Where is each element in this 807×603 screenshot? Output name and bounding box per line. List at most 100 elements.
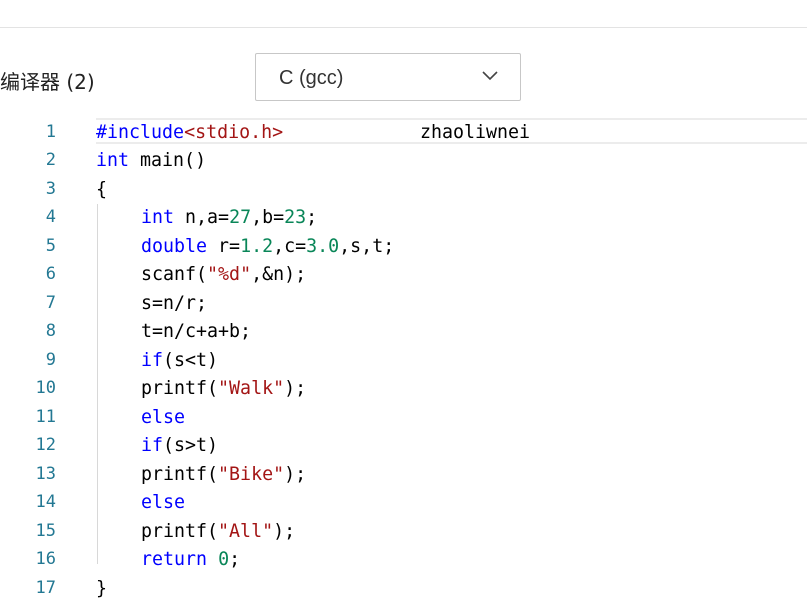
code-token: }: [96, 578, 108, 599]
code-text: return 0;: [141, 549, 240, 570]
code-token: ,c=: [273, 236, 307, 257]
code-text: if(s<t): [141, 350, 218, 371]
code-token: scanf(: [141, 264, 208, 285]
code-line[interactable]: 14 else: [0, 488, 807, 516]
code-token: int: [96, 150, 130, 171]
code-token: 1.2: [240, 236, 274, 257]
code-token: (s<t): [163, 350, 219, 371]
code-token: if: [141, 435, 164, 456]
code-token: n,a=: [174, 207, 230, 228]
code-token: printf(: [141, 464, 219, 485]
line-number: 6: [45, 264, 56, 284]
code-line[interactable]: 17 }: [0, 574, 807, 602]
code-line[interactable]: 16 return 0;: [0, 545, 807, 573]
code-text: #include<stdio.h>: [96, 122, 283, 143]
code-line[interactable]: 7 s=n/r;: [0, 289, 807, 317]
code-note: zhaoliwnei: [420, 122, 531, 143]
code-line[interactable]: 10 printf("Walk");: [0, 374, 807, 402]
code-token: 0: [218, 549, 230, 570]
line-number: 2: [45, 150, 56, 170]
code-token: r=: [207, 236, 241, 257]
code-token: else: [141, 492, 186, 513]
code-token: 23: [284, 207, 307, 228]
code-text: else: [141, 492, 185, 513]
line-number: 17: [35, 578, 56, 598]
line-number: 5: [45, 236, 56, 256]
code-token: );: [284, 464, 307, 485]
code-editor[interactable]: 1 #include<stdio.h> zhaoliwnei 2 int mai…: [0, 118, 807, 603]
code-token: "Bike": [218, 464, 285, 485]
code-text: {: [96, 179, 107, 200]
code-text: }: [96, 578, 107, 599]
code-token: ;: [229, 549, 241, 570]
code-token: else: [141, 407, 186, 428]
line-number: 16: [35, 549, 56, 569]
line-number: 12: [35, 435, 56, 455]
code-text: s=n/r;: [141, 293, 207, 314]
code-text: t=n/c+a+b;: [141, 321, 251, 342]
compiler-label: 编译器 (2): [0, 70, 95, 94]
line-number: 10: [35, 378, 56, 398]
code-line[interactable]: 3 {: [0, 175, 807, 203]
code-token: "%d": [207, 264, 252, 285]
line-number: 15: [35, 521, 56, 541]
code-token: printf(: [141, 521, 219, 542]
code-token: 27: [229, 207, 252, 228]
code-token: {: [96, 179, 108, 200]
code-token: ;: [306, 207, 318, 228]
code-line[interactable]: 4 int n,a=27,b=23;: [0, 203, 807, 231]
code-line[interactable]: 1 #include<stdio.h> zhaoliwnei: [0, 118, 807, 146]
code-token: );: [284, 378, 307, 399]
code-token: ,&n);: [251, 264, 307, 285]
code-token: 3.0: [306, 236, 340, 257]
compiler-select-value: C (gcc): [279, 67, 344, 89]
code-token: t=n/c+a+b;: [141, 321, 252, 342]
code-token: s=n/r;: [141, 293, 208, 314]
code-token: );: [273, 521, 296, 542]
code-token: int: [141, 207, 175, 228]
code-line[interactable]: 11 else: [0, 403, 807, 431]
line-number: 4: [45, 207, 56, 227]
code-token: <stdio.h>: [184, 122, 284, 143]
line-number: 3: [45, 179, 56, 199]
line-number: 1: [45, 122, 56, 142]
code-line[interactable]: 2 int main(): [0, 146, 807, 174]
code-token: ,b=: [251, 207, 285, 228]
code-text: int n,a=27,b=23;: [141, 207, 317, 228]
code-line[interactable]: 6 scanf("%d",&n);: [0, 260, 807, 288]
line-number: 7: [45, 293, 56, 313]
top-divider: [0, 27, 807, 28]
code-token: printf(: [141, 378, 219, 399]
code-token: (s>t): [163, 435, 219, 456]
line-number: 8: [45, 321, 56, 341]
line-number: 13: [35, 464, 56, 484]
code-text: printf("Walk");: [141, 378, 306, 399]
code-token: #include: [96, 122, 185, 143]
code-line[interactable]: 9 if(s<t): [0, 346, 807, 374]
code-text: int main(): [96, 150, 206, 171]
line-number: 11: [35, 407, 56, 427]
code-line[interactable]: 8 t=n/c+a+b;: [0, 317, 807, 345]
code-token: double: [141, 236, 208, 257]
code-token: "Walk": [218, 378, 285, 399]
code-token: if: [141, 350, 164, 371]
code-text: printf("Bike");: [141, 464, 306, 485]
code-token: main(): [129, 150, 207, 171]
code-line[interactable]: 13 printf("Bike");: [0, 460, 807, 488]
line-number: 14: [35, 492, 56, 512]
code-line[interactable]: 12 if(s>t): [0, 431, 807, 459]
line-number: 9: [45, 350, 56, 370]
code-text: else: [141, 407, 185, 428]
code-token: return: [141, 549, 208, 570]
code-token: ,s,t;: [339, 236, 395, 257]
code-text: printf("All");: [141, 521, 295, 542]
code-line[interactable]: 5 double r=1.2,c=3.0,s,t;: [0, 232, 807, 260]
compiler-select[interactable]: C (gcc): [255, 53, 521, 101]
code-text: scanf("%d",&n);: [141, 264, 306, 285]
code-text: double r=1.2,c=3.0,s,t;: [141, 236, 394, 257]
code-text: if(s>t): [141, 435, 218, 456]
code-line[interactable]: 15 printf("All");: [0, 517, 807, 545]
chevron-down-icon: [482, 71, 498, 81]
code-token: "All": [218, 521, 274, 542]
